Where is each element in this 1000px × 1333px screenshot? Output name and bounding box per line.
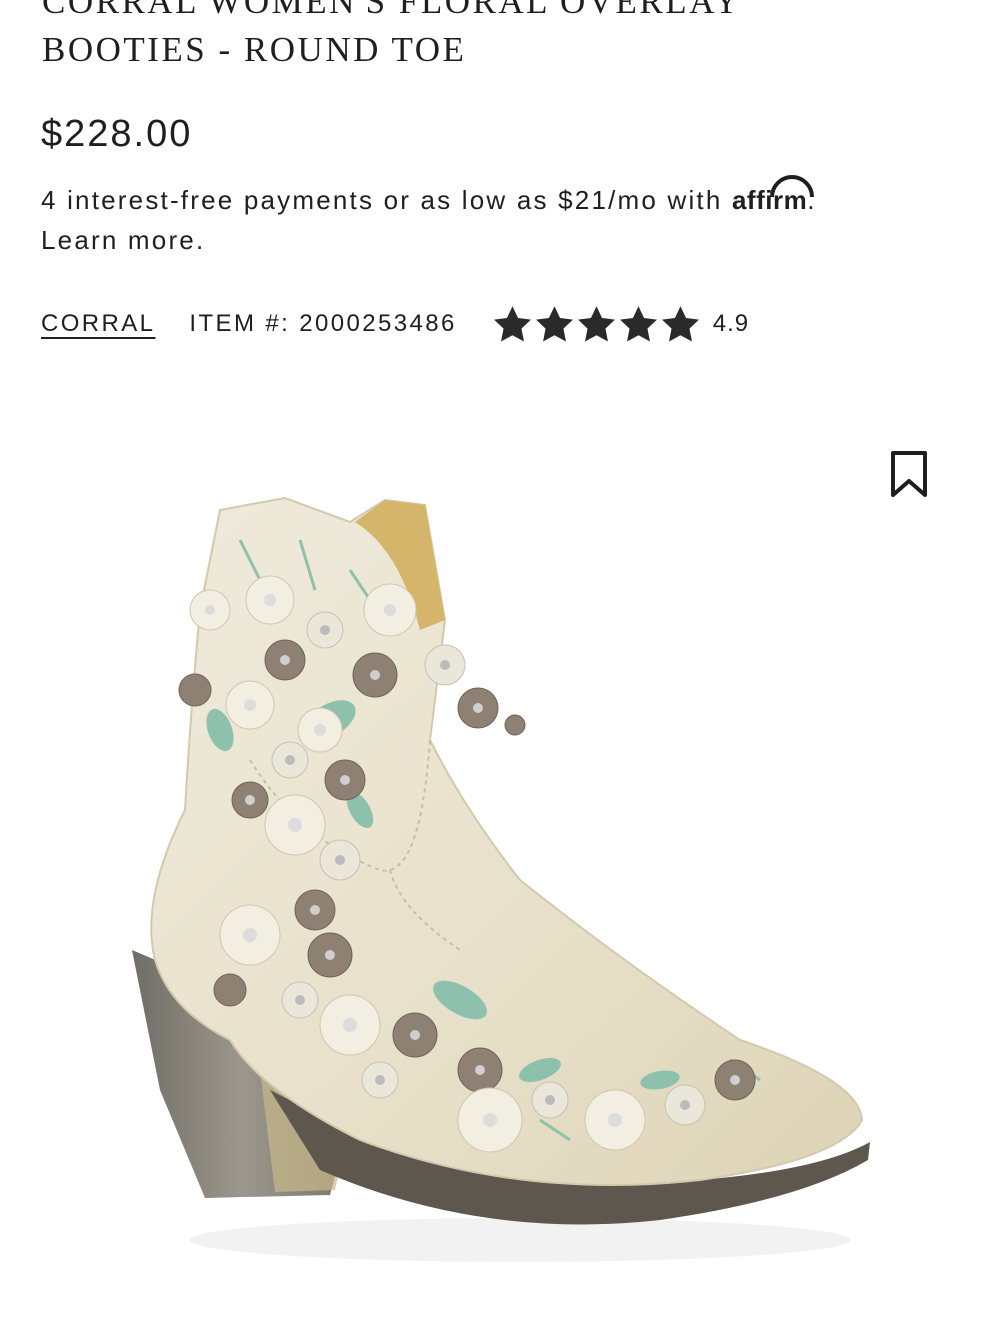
affirm-logo: affirm [732, 175, 814, 220]
product-title-line-2: BOOTIES - ROUND TOE [42, 30, 467, 69]
product-price: $228.00 [41, 113, 193, 155]
product-image[interactable] [100, 480, 900, 1280]
learn-more-link[interactable]: Learn more. [41, 225, 205, 255]
star-icon [577, 305, 615, 342]
affirm-arc-icon [769, 175, 814, 198]
rating-value: 4.9 [712, 310, 750, 337]
financing-message: 4 interest-free payments or as low as $2… [41, 175, 961, 260]
product-title-line-1: CORRAL WOMEN'S FLORAL OVERLAY [42, 0, 742, 21]
star-icon [535, 305, 573, 342]
star-icon [493, 305, 531, 342]
star-icon [619, 305, 657, 342]
product-meta-row: CORRAL ITEM #: 2000253486 4.9 [41, 300, 749, 348]
financing-text: 4 interest-free payments or as low as $2… [41, 185, 723, 215]
star-icon [661, 305, 699, 342]
rating-stars[interactable]: 4.9 [491, 303, 749, 346]
brand-link[interactable]: CORRAL [41, 310, 155, 338]
item-number: ITEM #: 2000253486 [189, 310, 457, 337]
product-title: CORRAL WOMEN'S FLORAL OVERLAY BOOTIES - … [42, 0, 942, 74]
